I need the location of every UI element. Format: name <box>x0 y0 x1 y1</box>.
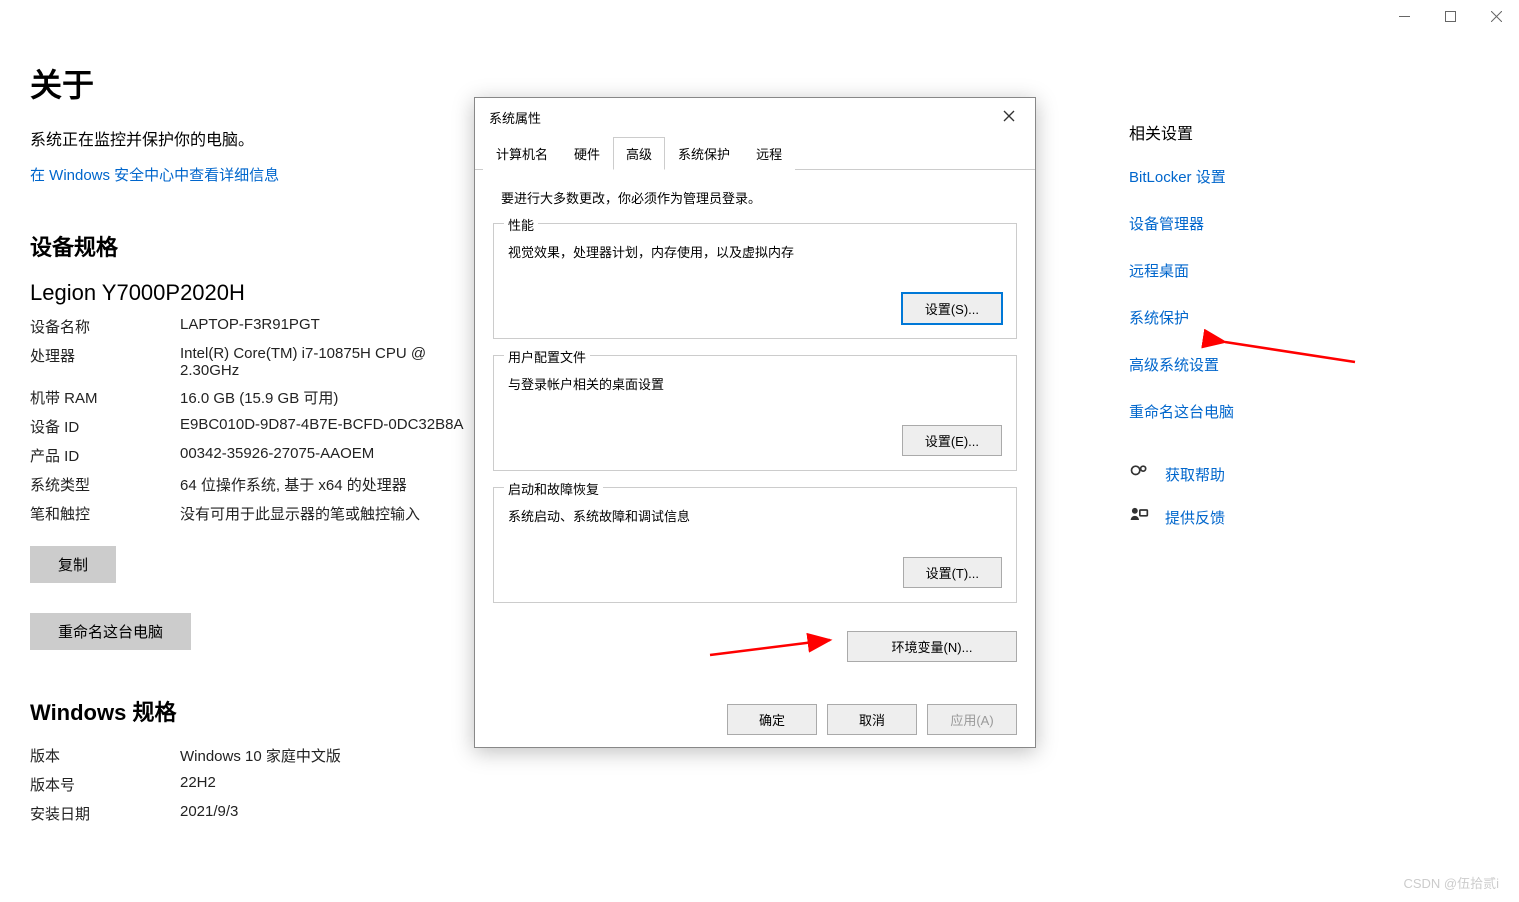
device-spec-table: 设备名称LAPTOP-F3R91PGT 处理器Intel(R) Core(TM)… <box>30 316 480 524</box>
spec-value: Windows 10 家庭中文版 <box>180 745 480 766</box>
tab-computer-name[interactable]: 计算机名 <box>483 137 561 170</box>
sidebar-link-system-protection[interactable]: 系统保护 <box>1129 307 1339 328</box>
rename-pc-button[interactable]: 重命名这台电脑 <box>30 613 191 650</box>
spec-label: 设备名称 <box>30 316 180 337</box>
spec-value: 22H2 <box>180 774 480 795</box>
security-center-link[interactable]: 在 Windows 安全中心中查看详细信息 <box>30 164 480 185</box>
startup-recovery-settings-button[interactable]: 设置(T)... <box>903 557 1002 588</box>
spec-value: E9BC010D-9D87-4B7E-BCFD-0DC32B8A <box>180 416 480 437</box>
fieldset-title: 性能 <box>504 215 538 234</box>
spec-value: 16.0 GB (15.9 GB 可用) <box>180 387 480 408</box>
user-profiles-settings-button[interactable]: 设置(E)... <box>902 425 1002 456</box>
fieldset-performance: 性能 视觉效果，处理器计划，内存使用，以及虚拟内存 设置(S)... <box>493 223 1017 339</box>
sidebar-link-bitlocker[interactable]: BitLocker 设置 <box>1129 166 1339 187</box>
dialog-body: 要进行大多数更改，你必须作为管理员登录。 性能 视觉效果，处理器计划，内存使用，… <box>475 170 1035 692</box>
sidebar-help[interactable]: 获取帮助 <box>1129 462 1339 487</box>
sidebar-item-label: 获取帮助 <box>1165 464 1225 485</box>
maximize-button[interactable] <box>1427 0 1473 32</box>
protection-status: 系统正在监控并保护你的电脑。 <box>30 126 480 150</box>
spec-label: 机带 RAM <box>30 387 180 408</box>
device-spec-heading: 设备规格 <box>30 230 480 262</box>
spec-value: 没有可用于此显示器的笔或触控输入 <box>180 503 480 524</box>
sidebar-title: 相关设置 <box>1129 120 1339 144</box>
performance-settings-button[interactable]: 设置(S)... <box>902 293 1002 324</box>
dialog-titlebar: 系统属性 <box>475 98 1035 137</box>
dialog-footer: 确定 取消 应用(A) <box>475 692 1035 747</box>
cancel-button[interactable]: 取消 <box>827 704 917 735</box>
fieldset-desc: 系统启动、系统故障和调试信息 <box>508 506 1002 525</box>
dialog-tabs: 计算机名 硬件 高级 系统保护 远程 <box>475 137 1035 170</box>
watermark: CSDN @伍拾贰i <box>1403 873 1499 892</box>
spec-value: 2021/9/3 <box>180 803 480 824</box>
device-model: Legion Y7000P2020H <box>30 280 480 306</box>
apply-button[interactable]: 应用(A) <box>927 704 1017 735</box>
sidebar-link-remote-desktop[interactable]: 远程桌面 <box>1129 260 1339 281</box>
dialog-close-button[interactable] <box>997 109 1021 127</box>
system-properties-dialog: 系统属性 计算机名 硬件 高级 系统保护 远程 要进行大多数更改，你必须作为管理… <box>474 97 1036 748</box>
fieldset-user-profiles: 用户配置文件 与登录帐户相关的桌面设置 设置(E)... <box>493 355 1017 471</box>
fieldset-title: 启动和故障恢复 <box>504 479 603 498</box>
spec-label: 产品 ID <box>30 445 180 466</box>
tab-advanced[interactable]: 高级 <box>613 137 665 170</box>
spec-label: 安装日期 <box>30 803 180 824</box>
dialog-title-text: 系统属性 <box>489 108 541 127</box>
about-page: 关于 系统正在监控并保护你的电脑。 在 Windows 安全中心中查看详细信息 … <box>30 60 480 832</box>
sidebar-link-advanced-system[interactable]: 高级系统设置 <box>1129 354 1339 375</box>
tab-hardware[interactable]: 硬件 <box>561 137 613 170</box>
ok-button[interactable]: 确定 <box>727 704 817 735</box>
tab-remote[interactable]: 远程 <box>743 137 795 170</box>
sidebar-item-label: 提供反馈 <box>1165 507 1225 528</box>
sidebar-feedback[interactable]: 提供反馈 <box>1129 505 1339 530</box>
feedback-icon <box>1129 505 1151 530</box>
fieldset-title: 用户配置文件 <box>504 347 590 366</box>
windows-spec-table: 版本Windows 10 家庭中文版 版本号22H2 安装日期2021/9/3 <box>30 745 480 824</box>
fieldset-desc: 与登录帐户相关的桌面设置 <box>508 374 1002 393</box>
related-settings-sidebar: 相关设置 BitLocker 设置 设备管理器 远程桌面 系统保护 高级系统设置… <box>1129 120 1339 548</box>
minimize-button[interactable] <box>1381 0 1427 32</box>
environment-variables-button[interactable]: 环境变量(N)... <box>847 631 1017 662</box>
tab-system-protection[interactable]: 系统保护 <box>665 137 743 170</box>
sidebar-link-rename-pc[interactable]: 重命名这台电脑 <box>1129 401 1339 422</box>
spec-value: 64 位操作系统, 基于 x64 的处理器 <box>180 474 480 495</box>
window-titlebar <box>1381 0 1519 32</box>
spec-label: 系统类型 <box>30 474 180 495</box>
spec-value: Intel(R) Core(TM) i7-10875H CPU @ 2.30GH… <box>180 345 480 379</box>
spec-label: 版本 <box>30 745 180 766</box>
copy-button[interactable]: 复制 <box>30 546 116 583</box>
fieldset-desc: 视觉效果，处理器计划，内存使用，以及虚拟内存 <box>508 242 1002 261</box>
close-button[interactable] <box>1473 0 1519 32</box>
page-title: 关于 <box>30 60 480 106</box>
fieldset-startup-recovery: 启动和故障恢复 系统启动、系统故障和调试信息 设置(T)... <box>493 487 1017 603</box>
help-icon <box>1129 462 1151 487</box>
windows-spec-heading: Windows 规格 <box>30 695 480 727</box>
spec-value: 00342-35926-27075-AAOEM <box>180 445 480 466</box>
admin-note: 要进行大多数更改，你必须作为管理员登录。 <box>501 188 1017 207</box>
spec-label: 设备 ID <box>30 416 180 437</box>
spec-label: 笔和触控 <box>30 503 180 524</box>
spec-value: LAPTOP-F3R91PGT <box>180 316 480 337</box>
spec-label: 处理器 <box>30 345 180 379</box>
sidebar-link-device-manager[interactable]: 设备管理器 <box>1129 213 1339 234</box>
spec-label: 版本号 <box>30 774 180 795</box>
